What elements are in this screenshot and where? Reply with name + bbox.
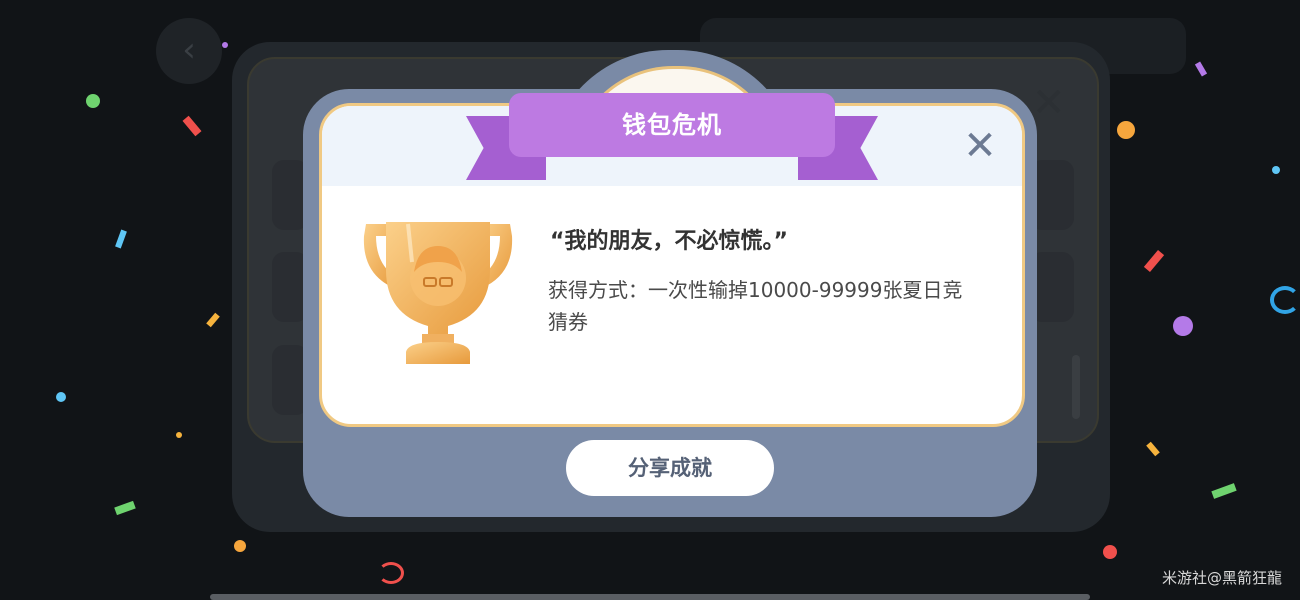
background-close-icon: ✕: [1032, 80, 1066, 126]
confetti: [234, 540, 246, 552]
confetti: [1117, 121, 1135, 139]
confetti: [1103, 545, 1117, 559]
back-arrow-icon: ‹: [156, 18, 222, 84]
confetti: [1173, 316, 1193, 336]
confetti: [1272, 166, 1280, 174]
confetti: [56, 392, 66, 402]
confetti: [222, 42, 228, 48]
achievement-title: 钱包危机: [509, 93, 835, 157]
background-scrollbar: [1072, 355, 1080, 419]
confetti: [86, 94, 100, 108]
watermark: 米游社@黑箭狂龍: [1162, 569, 1283, 587]
share-achievement-button[interactable]: 分享成就: [566, 440, 774, 496]
achievement-quote: “我的朋友，不必惊慌。”: [550, 229, 788, 254]
home-indicator-bar: [210, 594, 1090, 600]
confetti: [1270, 286, 1300, 314]
confetti: [176, 432, 182, 438]
achievement-requirement: 获得方式：一次性输掉10000-99999张夏日竞猜券: [548, 278, 963, 334]
trophy-icon: [363, 222, 513, 364]
confetti: [378, 562, 404, 584]
close-icon[interactable]: ✕: [962, 126, 998, 166]
